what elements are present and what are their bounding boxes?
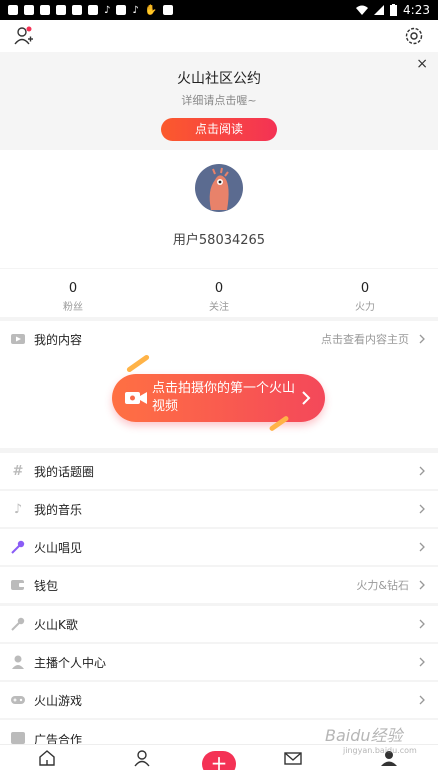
stat-firepower[interactable]: 0 火力 [292,269,438,317]
watermark-main: Baidu经验 [325,726,403,745]
menu-karaoke[interactable]: 火山K歌 [0,606,438,642]
chevron-right-icon [419,580,425,590]
stat-fans[interactable]: 0 粉丝 [0,269,146,317]
wallet-icon [11,578,25,592]
menu-right-text: 火力&钻石 [356,579,409,592]
stats-bar: 0 粉丝 0 关注 0 火力 [0,269,438,317]
stat-following[interactable]: 0 关注 [146,269,292,317]
community-banner: × 火山社区公约 详细请点击喔~ 点击阅读 [0,52,438,150]
chevron-right-icon [419,542,425,552]
menu-volcano-singer[interactable]: 火山唱见 [0,529,438,565]
shoot-first-video-button[interactable]: 点击拍摄你的第一个火山视频 [112,374,325,422]
banner-title: 火山社区公约 [177,71,261,87]
notification-icon [116,5,127,15]
view-homepage-link[interactable]: 点击查看内容主页 [321,331,409,347]
tiktok-icon: ♪ [104,4,111,16]
chevron-right-icon [419,466,425,476]
profile-section: 用户58034265 [0,150,438,268]
username: 用户58034265 [172,233,266,248]
video-icon [11,332,25,346]
menu-my-music[interactable]: ♪ 我的音乐 [0,491,438,527]
home-icon[interactable] [38,749,56,767]
notification-icon [24,5,34,15]
clock: 4:23 [403,3,430,17]
tiktok-icon: ♪ [132,4,139,16]
status-bar: ♪ ♪ ✋ 4:23 [0,0,438,20]
add-friend-icon[interactable] [14,26,34,46]
stat-label: 粉丝 [63,302,83,313]
stat-value: 0 [360,281,370,296]
menu-label: 火山唱见 [34,540,83,555]
menu-label: 火山游戏 [34,693,83,708]
person-icon [11,655,25,669]
menu-label: 钱包 [34,578,59,593]
menu-label: 我的音乐 [34,502,83,517]
avatar[interactable] [195,164,243,212]
chevron-right-icon [419,504,425,514]
create-video-button[interactable]: + [202,751,236,770]
chevron-right-icon [419,695,425,705]
notification-icon [88,5,98,15]
my-content-row[interactable]: 我的内容 点击查看内容主页 [0,321,438,357]
notification-icon [72,5,82,15]
notification-icon [8,5,18,15]
my-content-label: 我的内容 [34,332,83,347]
chevron-right-icon [419,334,425,344]
chevron-right-icon [302,391,311,405]
read-button[interactable]: 点击阅读 [161,118,277,141]
mail-icon[interactable] [284,749,302,767]
shoot-button-label: 点击拍摄你的第一个火山视频 [152,381,296,414]
my-content-section: 我的内容 点击查看内容主页 点击拍摄你的第一个火山视频 [0,321,438,448]
banner-subtitle: 详细请点击喔~ [181,94,257,107]
stat-value: 0 [214,281,224,296]
menu-topic-circle[interactable]: # 我的话题圈 [0,453,438,489]
menu-label: 火山K歌 [34,617,78,632]
microphone-icon [11,540,25,554]
top-bar [0,20,438,52]
signal-icon [374,5,385,15]
chevron-right-icon [419,619,425,629]
wifi-icon [356,5,369,15]
menu-label: 主播个人中心 [34,655,107,670]
friends-icon[interactable] [134,749,152,767]
hand-icon: ✋ [144,4,158,16]
hash-icon: # [12,463,24,479]
ad-icon [11,731,25,745]
gear-icon[interactable] [404,26,424,46]
gamepad-icon [11,693,25,707]
stat-value: 0 [68,281,78,296]
watermark: Baidu经验 jingyan.baidu.com [325,722,417,755]
notification-icon [40,5,50,15]
karaoke-mic-icon [11,617,25,631]
battery-icon [390,4,398,16]
watermark-sub: jingyan.baidu.com [343,746,417,755]
menu-label: 我的话题圈 [34,464,95,479]
menu-streamer-center[interactable]: 主播个人中心 [0,644,438,680]
music-note-icon: ♪ [13,501,23,517]
menu-volcano-games[interactable]: 火山游戏 [0,682,438,718]
camera-icon [125,392,147,404]
stat-label: 关注 [209,302,229,313]
notification-icon [56,5,66,15]
stat-label: 火力 [355,302,375,313]
menu-wallet[interactable]: 钱包 火力&钻石 [0,567,438,603]
notification-icon [163,5,174,15]
avatar-image [209,167,229,210]
chevron-right-icon [419,657,425,667]
